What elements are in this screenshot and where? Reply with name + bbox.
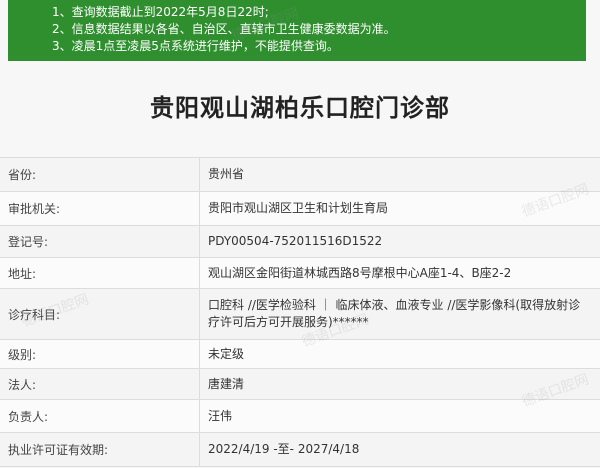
row-label: 登记号: xyxy=(0,226,200,257)
row-value: 2022/4/19 -至- 2027/4/18 xyxy=(208,442,360,456)
row-label: 执业许可证有效期: xyxy=(0,433,200,466)
row-value: 贵阳市观山湖区卫生和计划生育局 xyxy=(208,201,389,215)
table-row: 省份: 贵州省 xyxy=(0,158,600,192)
table-row: 级别: 未定级 xyxy=(0,340,600,369)
row-label: 法人: xyxy=(0,369,200,399)
page-title: 贵阳观山湖柏乐口腔门诊部 xyxy=(150,94,450,122)
notice-line: 3、凌晨1点至凌晨5点系统进行维护，不能提供查询。 xyxy=(52,39,339,53)
row-value: 唐建清 xyxy=(208,376,245,391)
row-label: 诊疗科目: xyxy=(0,289,200,339)
notice-line: 2、信息数据结果以各省、自治区、直辖市卫生健康委数据为准。 xyxy=(52,22,396,36)
table-row: 地址: 观山湖区金阳街道林城西路8号摩根中心A座1-4、B座2-2 xyxy=(0,258,600,289)
table-row: 负责人: 汪伟 xyxy=(0,400,600,433)
notice-line: 1、查询数据截止到2022年5月8日22时; xyxy=(52,5,269,19)
row-label: 负责人: xyxy=(0,400,200,432)
row-label: 省份: xyxy=(0,158,200,191)
table-row: 法人: 唐建清 xyxy=(0,369,600,400)
row-value: 未定级 xyxy=(208,346,245,361)
row-value: 汪伟 xyxy=(208,408,233,423)
row-label: 级别: xyxy=(0,340,200,368)
table-row: 诊疗科目: 口腔科 //医学检验科 ｜ 临床体液、血液专业 //医学影像科(取得… xyxy=(0,289,600,340)
notice-banner: 1、查询数据截止到2022年5月8日22时; 2、信息数据结果以各省、自治区、直… xyxy=(8,0,586,61)
info-table: 省份: 贵州省 审批机关: 贵阳市观山湖区卫生和计划生育局 登记号: PDY00… xyxy=(0,157,600,467)
row-label: 地址: xyxy=(0,258,200,288)
row-label: 审批机关: xyxy=(0,192,200,225)
row-value: PDY00504-752011516D1522 xyxy=(208,234,383,248)
table-row: 登记号: PDY00504-752011516D1522 xyxy=(0,226,600,258)
row-value: 口腔科 //医学检验科 ｜ 临床体液、血液专业 //医学影像科(取得放射诊疗许可… xyxy=(208,298,581,329)
table-row: 执业许可证有效期: 2022/4/19 -至- 2027/4/18 xyxy=(0,433,600,467)
row-value: 贵州省 xyxy=(208,167,245,181)
row-value: 观山湖区金阳街道林城西路8号摩根中心A座1-4、B座2-2 xyxy=(208,265,512,280)
table-row: 审批机关: 贵阳市观山湖区卫生和计划生育局 xyxy=(0,192,600,226)
